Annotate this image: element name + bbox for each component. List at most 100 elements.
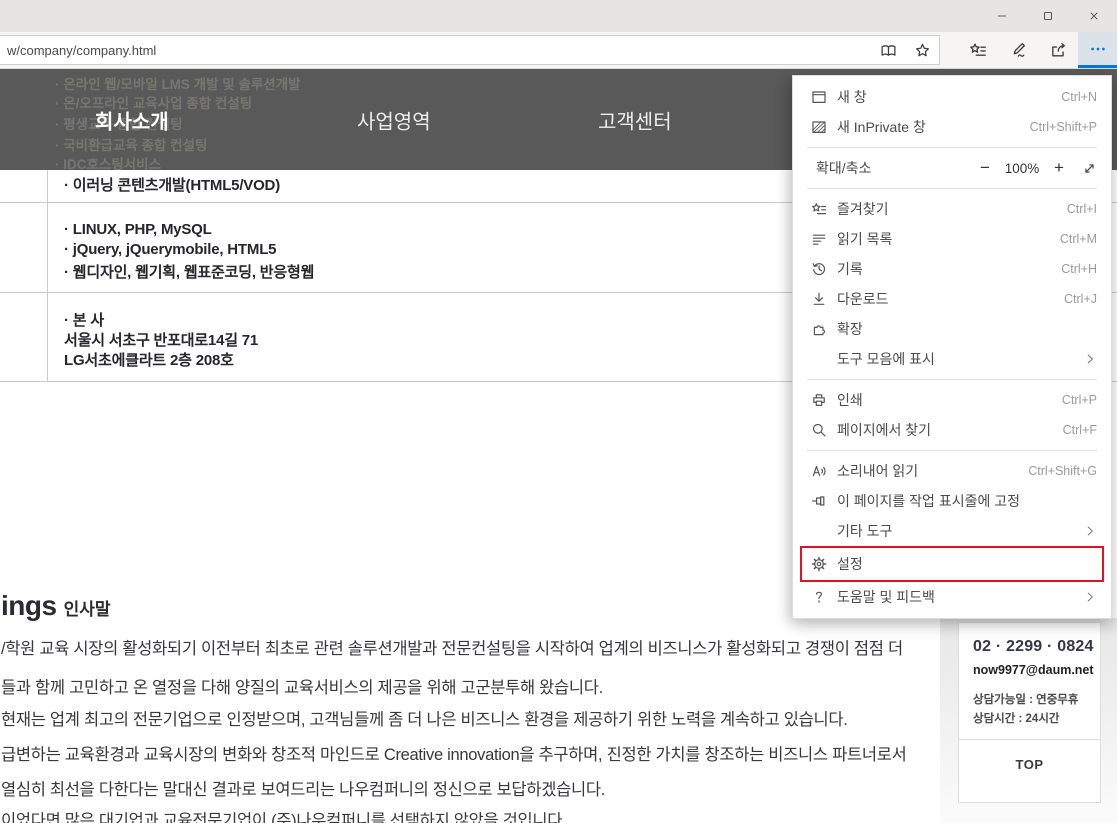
menu-item-shortcut: Ctrl+Shift+G	[1028, 464, 1097, 478]
print-icon	[811, 392, 827, 408]
table-row-line: · 본 사	[64, 309, 104, 330]
reading-view-button[interactable]	[871, 36, 905, 64]
close-icon	[1088, 10, 1100, 22]
nav-business-areas[interactable]: 사업영역	[357, 105, 431, 134]
greeting-title-ko: 인사말	[64, 600, 111, 619]
help-icon	[811, 589, 827, 605]
greeting-heading: ings 인사말	[1, 590, 110, 622]
contact-hours-days: 상담가능일 : 연중무휴	[973, 691, 1100, 707]
greeting-title-en: ings	[1, 590, 57, 621]
address-bar[interactable]: w/company/company.html	[0, 35, 940, 65]
more-button[interactable]	[1078, 32, 1117, 68]
read-aloud-icon	[811, 463, 827, 479]
nav-customer-center[interactable]: 고객센터	[598, 105, 672, 134]
menu-item-new-inprivate-window[interactable]: 새 InPrivate 창Ctrl+Shift+P	[793, 112, 1111, 142]
menu-item-label: 새 창	[837, 87, 1061, 107]
chevron-right-icon	[1083, 352, 1097, 366]
url-text[interactable]: w/company/company.html	[0, 43, 871, 58]
menu-item-shortcut: Ctrl+Shift+P	[1030, 120, 1097, 134]
service-item-dimmed: · 온라인 웹/모바일 LMS 개발 및 솔루션개발	[55, 73, 301, 93]
menu-item-label: 이 페이지를 작업 표시줄에 고정	[837, 491, 1097, 511]
menu-item-settings[interactable]: 설정	[800, 546, 1104, 582]
window-controls	[979, 0, 1117, 32]
menu-item-downloads[interactable]: 다운로드Ctrl+J	[793, 284, 1111, 314]
menu-item-label: 기록	[837, 259, 1061, 279]
find-icon	[811, 422, 827, 438]
menu-item-shortcut: Ctrl+F	[1063, 423, 1097, 437]
browser-more-menu: 새 창Ctrl+N새 InPrivate 창Ctrl+Shift+P확대/축소−…	[792, 75, 1112, 619]
menu-item-zoom[interactable]: 확대/축소−100%+	[793, 153, 1111, 183]
menu-item-print[interactable]: 인쇄Ctrl+P	[793, 385, 1111, 415]
menu-separator	[807, 147, 1097, 148]
minimize-button[interactable]	[979, 0, 1025, 32]
notes-button[interactable]	[998, 32, 1038, 68]
zoom-level-value: 100%	[999, 161, 1045, 176]
divider	[959, 739, 1100, 740]
pin-icon	[811, 493, 827, 509]
menu-item-pin-to-taskbar[interactable]: 이 페이지를 작업 표시줄에 고정	[793, 486, 1111, 516]
menu-item-help-feedback[interactable]: 도움말 및 피드백	[793, 582, 1111, 612]
menu-separator	[807, 188, 1097, 189]
greeting-line: 열심히 최선을 다한다는 말대신 결과로 보여드리는 나우컴퍼니의 정신으로 보…	[1, 776, 605, 800]
menu-item-label: 기타 도구	[837, 521, 1083, 541]
greeting-line: 들과 함께 고민하고 온 열정을 다해 양질의 교육서비스의 제공을 위해 고군…	[1, 674, 603, 698]
chevron-right-icon	[1083, 524, 1097, 538]
maximize-icon	[1042, 10, 1054, 22]
fullscreen-icon	[1082, 161, 1097, 176]
contact-phone: 02 · 2299 · 0824	[973, 638, 1100, 656]
browser-toolbar: w/company/company.html	[0, 32, 1117, 69]
greeting-line: 급변하는 교육환경과 교육시장의 변화와 창조적 마인드로 Creative i…	[1, 741, 907, 765]
menu-item-find-on-page[interactable]: 페이지에서 찾기Ctrl+F	[793, 415, 1111, 445]
contact-hours-time: 상담시간 : 24시간	[973, 710, 1100, 726]
address-bar-icons	[871, 36, 939, 64]
greeting-line: /학원 교육 시장의 활성화되기 이전부터 최초로 관련 솔루션개발과 전문컨설…	[1, 635, 903, 659]
menu-item-label: 확대/축소	[816, 158, 971, 178]
table-row-line: · jQuery, jQuerymobile, HTML5	[64, 241, 276, 258]
menu-item-reading-list[interactable]: 읽기 목록Ctrl+M	[793, 224, 1111, 254]
table-row-line: · 웹디자인, 웹기획, 웹표준코딩, 반응형웹	[64, 261, 314, 282]
menu-item-history[interactable]: 기록Ctrl+H	[793, 254, 1111, 284]
nav-company-intro[interactable]: 회사소개	[95, 105, 169, 134]
fullscreen-button[interactable]	[1073, 161, 1097, 176]
menu-item-shortcut: Ctrl+J	[1064, 292, 1097, 306]
add-favorite-button[interactable]	[905, 36, 939, 64]
zoom-in-button[interactable]: +	[1045, 158, 1073, 178]
settings-icon	[811, 556, 827, 572]
menu-item-label: 설정	[837, 554, 1095, 574]
book-icon	[880, 42, 897, 59]
close-button[interactable]	[1071, 0, 1117, 32]
menu-item-label: 즐겨찾기	[837, 199, 1067, 219]
new-window-icon	[811, 89, 827, 105]
star-icon	[914, 42, 931, 59]
history-icon	[811, 261, 827, 277]
maximize-button[interactable]	[1025, 0, 1071, 32]
menu-item-label: 확장	[837, 319, 1097, 339]
share-icon	[1049, 41, 1067, 59]
menu-item-more-tools[interactable]: 기타 도구	[793, 516, 1111, 546]
greeting-line: 현재는 업계 최고의 전문기업으로 인정받으며, 고객님들께 좀 더 나은 비즈…	[1, 706, 848, 730]
reading-list-icon	[811, 231, 827, 247]
menu-item-favorites[interactable]: 즐겨찾기Ctrl+I	[793, 194, 1111, 224]
menu-item-label: 인쇄	[837, 390, 1062, 410]
more-icon	[1089, 40, 1107, 58]
menu-item-show-in-toolbar[interactable]: 도구 모음에 표시	[793, 344, 1111, 374]
service-item-dimmed: · IDC호스팅서비스	[55, 153, 161, 170]
menu-item-read-aloud[interactable]: 소리내어 읽기Ctrl+Shift+G	[793, 456, 1111, 486]
menu-item-label: 새 InPrivate 창	[837, 117, 1030, 137]
share-button[interactable]	[1038, 32, 1078, 68]
chevron-right-icon	[1083, 590, 1097, 604]
inprivate-window-icon	[811, 119, 827, 135]
menu-item-label: 도구 모음에 표시	[837, 349, 1083, 369]
menu-item-shortcut: Ctrl+H	[1061, 262, 1097, 276]
menu-item-extensions[interactable]: 확장	[793, 314, 1111, 344]
zoom-out-button[interactable]: −	[971, 158, 999, 178]
extensions-icon	[811, 321, 827, 337]
notes-icon	[1009, 41, 1027, 59]
table-row-line: 서울시 서초구 반포대로14길 71	[64, 329, 258, 350]
menu-item-shortcut: Ctrl+M	[1060, 232, 1097, 246]
top-button[interactable]: TOP	[959, 757, 1100, 772]
menu-item-new-window[interactable]: 새 창Ctrl+N	[793, 82, 1111, 112]
hub-button[interactable]	[958, 32, 998, 68]
table-row-line: · LINUX, PHP, MySQL	[64, 221, 212, 238]
favorites-icon	[811, 201, 827, 217]
